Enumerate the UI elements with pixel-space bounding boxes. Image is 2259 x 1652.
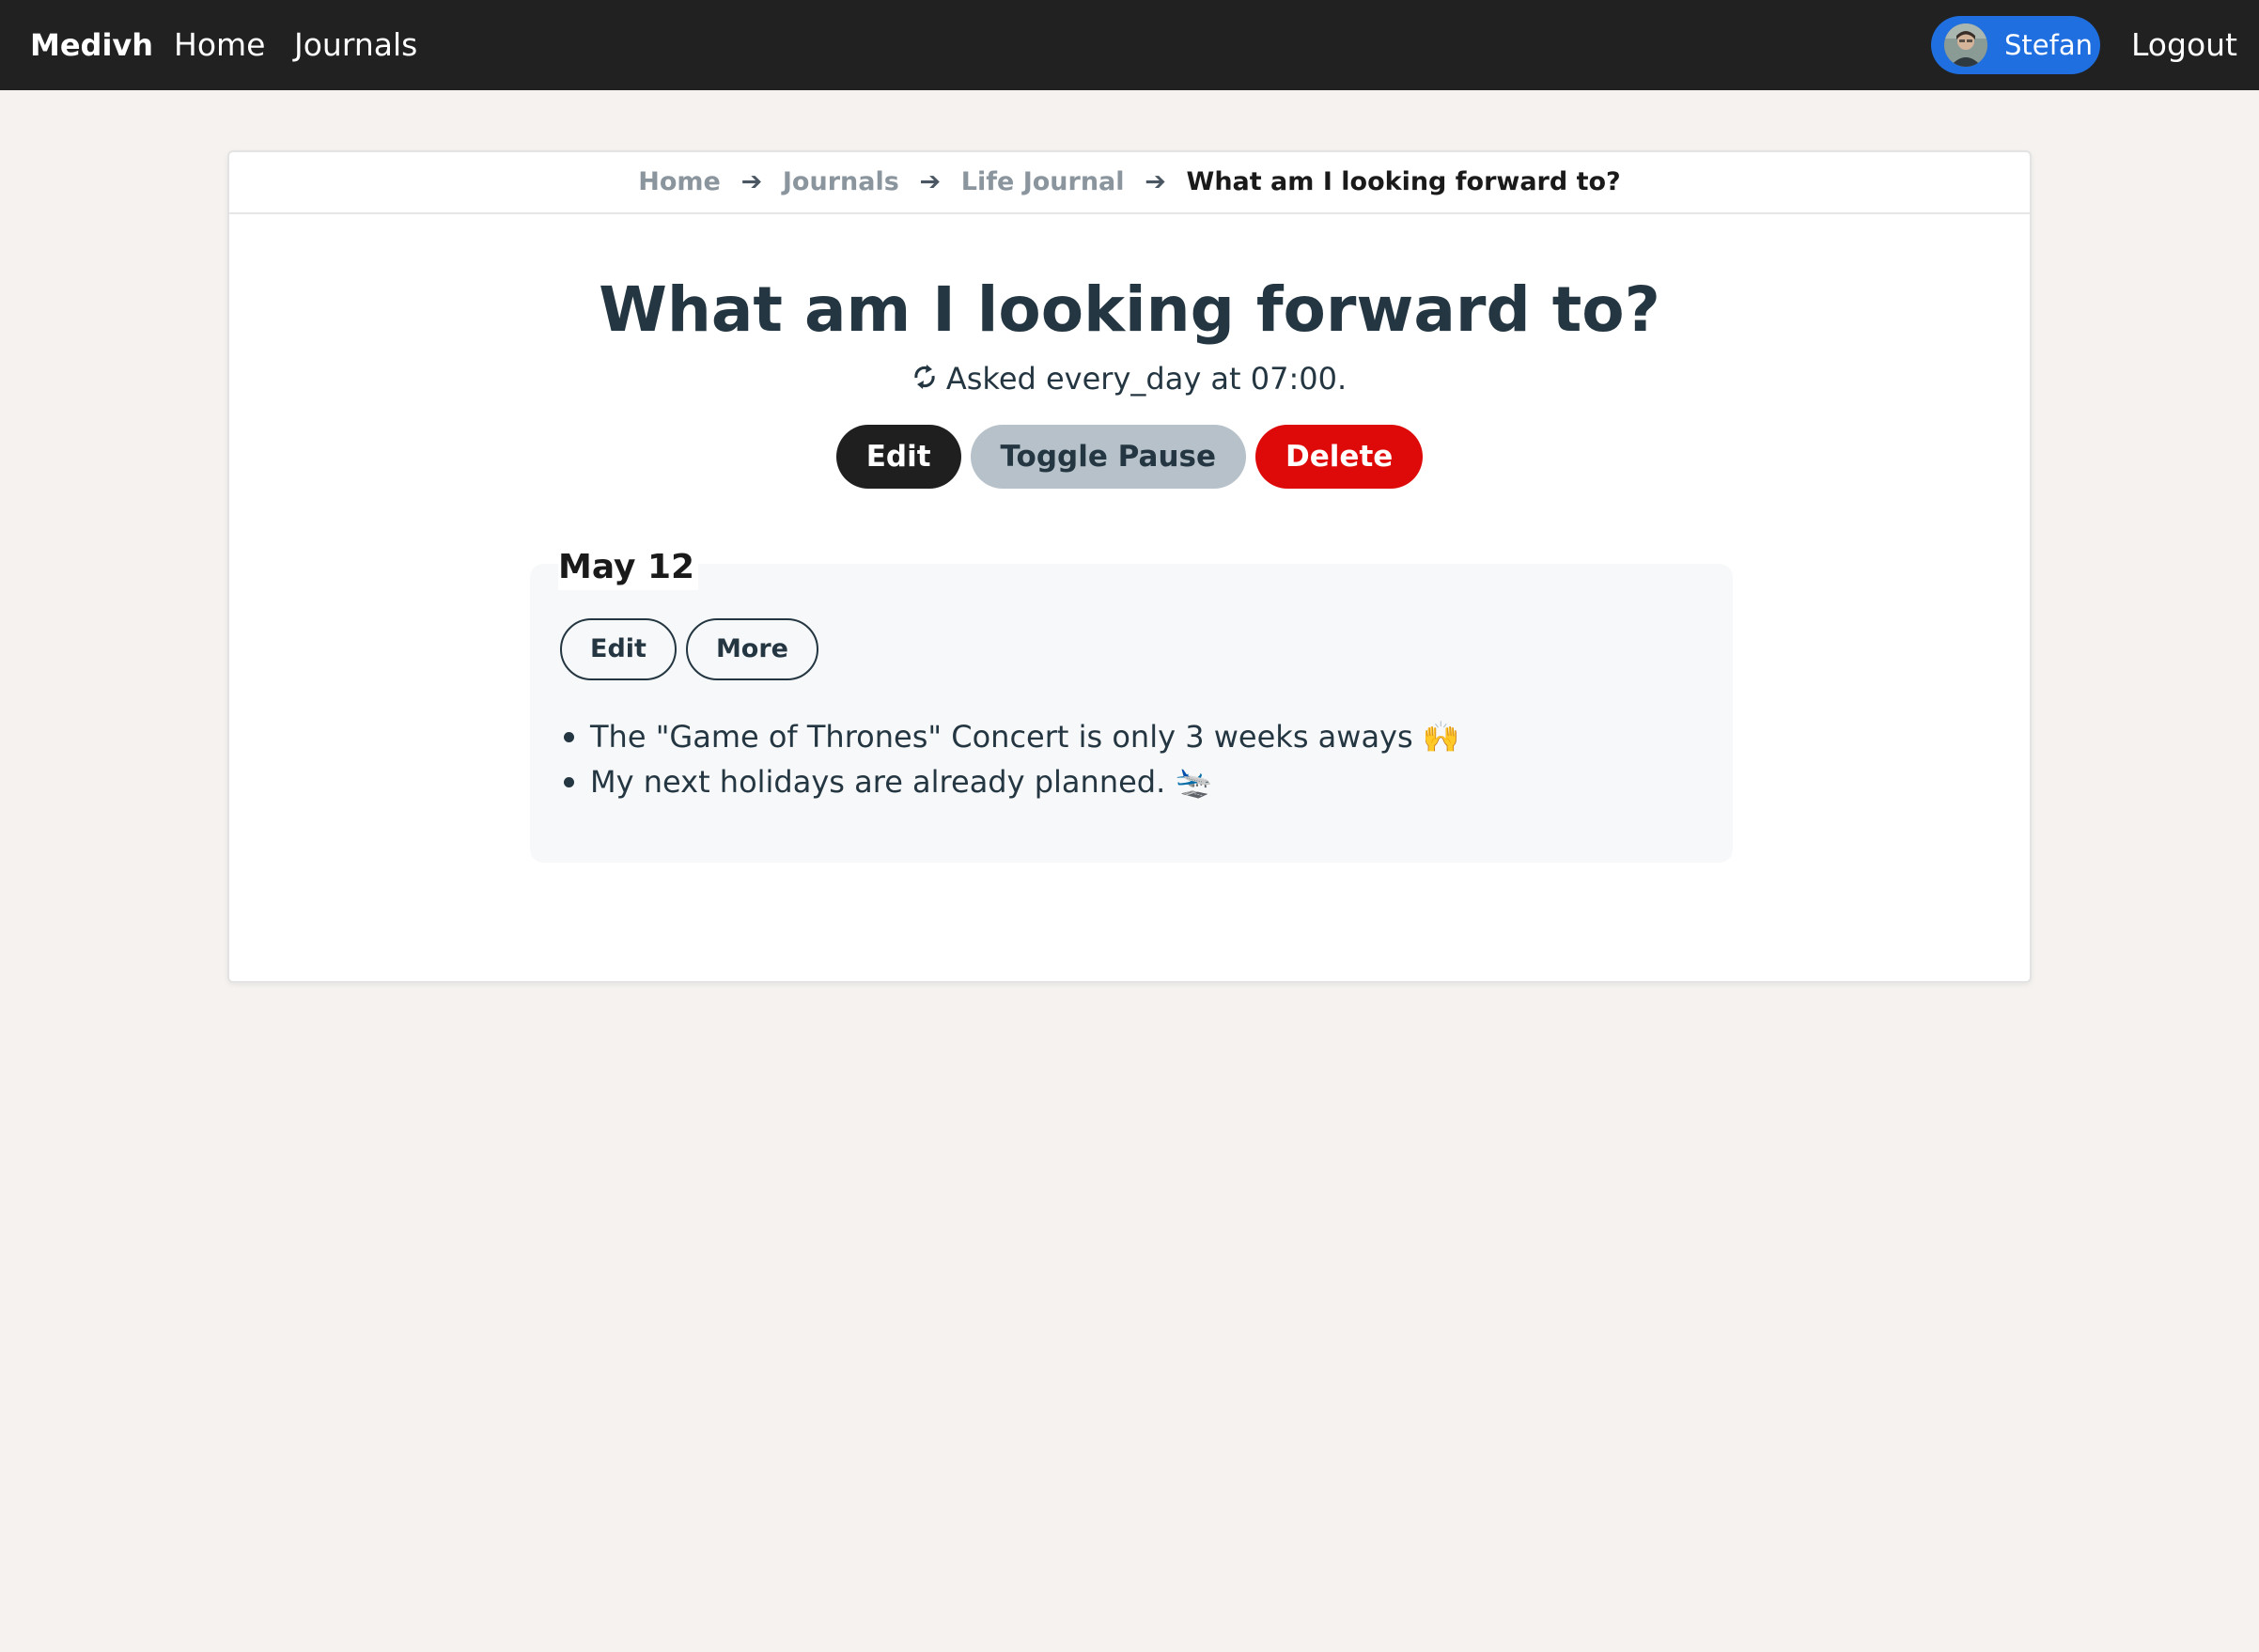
journal-entry: May 12 Edit More The "Game of Thrones" C… <box>530 545 1733 863</box>
toggle-pause-button[interactable]: Toggle Pause <box>970 425 1247 489</box>
breadcrumb-current: What am I looking forward to? <box>1186 167 1621 196</box>
delete-question-button[interactable]: Delete <box>1255 425 1424 489</box>
schedule-info: Asked every_day at 07:00. <box>229 357 2030 402</box>
schedule-text: Asked every_day at 07:00. <box>945 361 1348 397</box>
list-item: The "Game of Thrones" Concert is only 3 … <box>560 714 1460 759</box>
entry-date: May 12 <box>558 545 699 590</box>
breadcrumb: Home ➔ Journals ➔ Life Journal ➔ What am I loo… <box>229 152 2030 214</box>
breadcrumb-arrow-icon: ➔ <box>740 167 763 196</box>
nav-home-link[interactable]: Home <box>174 0 265 90</box>
top-navbar: Medivh Home Journals Stefan Logout <box>0 0 2259 90</box>
list-item: My next holidays are already planned. 🛬 <box>560 759 1460 804</box>
nav-journals-link[interactable]: Journals <box>294 0 417 90</box>
user-name: Stefan <box>2004 29 2093 61</box>
entry-bullet-list: The "Game of Thrones" Concert is only 3 … <box>560 714 1460 804</box>
breadcrumb-arrow-icon: ➔ <box>1145 167 1166 196</box>
breadcrumb-journals[interactable]: Journals <box>783 152 899 212</box>
more-button[interactable]: More <box>685 618 818 680</box>
breadcrumb-arrow-icon: ➔ <box>919 167 942 196</box>
question-card: Home ➔ Journals ➔ Life Journal ➔ What am I loo… <box>227 150 2032 983</box>
logout-link[interactable]: Logout <box>2131 0 2237 90</box>
brand-logo[interactable]: Medivh <box>30 0 153 90</box>
avatar <box>1944 23 1987 67</box>
repeat-icon <box>912 359 937 402</box>
page-title: What am I looking forward to? <box>599 273 1660 346</box>
breadcrumb-home[interactable]: Home <box>638 152 721 212</box>
breadcrumb-life-journal[interactable]: Life Journal <box>961 152 1125 212</box>
entry-actions: Edit More <box>560 618 828 680</box>
edit-question-button[interactable]: Edit <box>835 425 961 489</box>
user-menu-button[interactable]: Stefan <box>1931 16 2100 74</box>
question-actions: Edit Toggle Pause Delete <box>229 425 2030 489</box>
edit-entry-button[interactable]: Edit <box>560 618 677 680</box>
